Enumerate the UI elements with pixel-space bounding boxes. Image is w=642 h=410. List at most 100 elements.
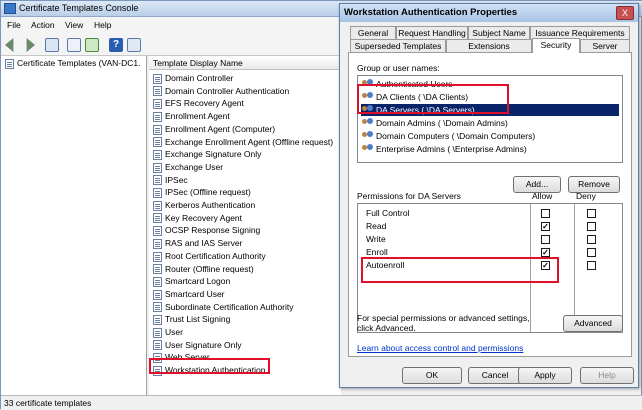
template-row[interactable]: Root Certification Authority — [153, 250, 266, 263]
allow-checkbox[interactable]: ✓ — [541, 248, 550, 257]
toolbar: ? — [1, 34, 341, 56]
tab-subject-name[interactable]: Subject Name — [468, 26, 530, 39]
apply-button[interactable]: Apply — [518, 367, 572, 384]
user-name: DA Clients ( \DA Clients) — [376, 92, 469, 102]
properties-icon[interactable] — [67, 38, 81, 52]
deny-checkbox[interactable] — [587, 248, 596, 257]
allow-checkbox[interactable]: ✓ — [541, 222, 550, 231]
advanced-button[interactable]: Advanced — [563, 315, 623, 332]
template-icon — [153, 73, 162, 84]
ok-button[interactable]: OK — [402, 367, 462, 384]
template-icon — [153, 86, 162, 97]
deny-checkbox[interactable] — [587, 235, 596, 244]
dialog-titlebar[interactable]: Workstation Authentication Properties X — [340, 4, 638, 22]
help-button[interactable]: Help — [580, 367, 634, 384]
template-name: IPSec — [165, 174, 188, 185]
template-row[interactable]: Workstation Authentication — [153, 364, 266, 377]
template-icon — [153, 365, 162, 376]
app-icon — [4, 3, 16, 14]
template-icon — [153, 302, 162, 313]
menu-view[interactable]: View — [65, 20, 83, 30]
allow-checkbox[interactable] — [541, 235, 550, 244]
template-icon — [153, 276, 162, 287]
template-icon — [153, 213, 162, 224]
close-button[interactable]: X — [616, 6, 634, 20]
template-row[interactable]: Enrollment Agent (Computer) — [153, 123, 275, 136]
template-row[interactable]: Trust List Signing — [153, 313, 230, 326]
user-list-item[interactable]: DA Clients ( \DA Clients) — [361, 91, 468, 103]
group-icon — [362, 144, 374, 154]
user-list-item[interactable]: Enterprise Admins ( \Enterprise Admins) — [361, 143, 527, 155]
cancel-button[interactable]: Cancel — [468, 367, 522, 384]
template-name: Smartcard Logon — [165, 276, 231, 287]
templates-icon — [5, 58, 14, 69]
template-row[interactable]: IPSec — [153, 174, 188, 187]
template-name: Trust List Signing — [165, 314, 231, 325]
export-list-icon[interactable] — [85, 38, 99, 52]
tab-request-handling[interactable]: Request Handling — [396, 26, 468, 39]
template-row[interactable]: Key Recovery Agent — [153, 212, 242, 225]
template-row[interactable]: Domain Controller Authentication — [153, 85, 289, 98]
template-icon — [153, 264, 162, 275]
permission-name: Full Control — [366, 208, 410, 218]
template-icon — [153, 315, 162, 326]
allow-header: Allow — [532, 191, 553, 201]
template-name: EFS Recovery Agent — [165, 98, 244, 109]
menu-file[interactable]: File — [7, 20, 21, 30]
user-list-item[interactable]: DA Servers ( \DA Servers) — [361, 104, 619, 116]
template-icon — [153, 162, 162, 173]
template-row[interactable]: Smartcard User — [153, 288, 225, 301]
template-name: Workstation Authentication — [165, 365, 266, 376]
deny-checkbox[interactable] — [587, 222, 596, 231]
forward-arrow-icon[interactable] — [26, 38, 35, 52]
tab-security[interactable]: Security — [532, 38, 580, 53]
back-arrow-icon[interactable] — [5, 38, 14, 52]
tab-general[interactable]: General — [350, 26, 396, 39]
template-name: Domain Controller Authentication — [165, 85, 290, 96]
help-icon[interactable]: ? — [109, 38, 123, 52]
allow-checkbox[interactable]: ✓ — [541, 261, 550, 270]
template-row[interactable]: User — [153, 326, 183, 339]
template-row[interactable]: OCSP Response Signing — [153, 224, 260, 237]
menu-help[interactable]: Help — [94, 20, 111, 30]
template-row[interactable]: User Signature Only — [153, 339, 242, 352]
deny-checkbox[interactable] — [587, 209, 596, 218]
template-name: Exchange Enrollment Agent (Offline reque… — [165, 136, 334, 147]
template-row[interactable]: Smartcard Logon — [153, 275, 230, 288]
template-icon — [153, 175, 162, 186]
template-row[interactable]: Router (Offline request) — [153, 263, 254, 276]
user-list-item[interactable]: Domain Computers ( \Domain Computers) — [361, 130, 535, 142]
menu-bar: File Action View Help — [1, 17, 341, 34]
template-row[interactable]: Web Server — [153, 351, 210, 364]
user-list: Authenticated Users DA Clients ( \DA Clie… — [357, 75, 623, 163]
template-row[interactable]: Enrollment Agent — [153, 110, 230, 123]
tab-superseded-templates[interactable]: Superseded Templates — [350, 39, 446, 52]
tree-item-certificate-templates[interactable]: Certificate Templates (VAN-DC1. — [5, 58, 140, 69]
template-row[interactable]: RAS and IAS Server — [153, 237, 242, 250]
tab-server[interactable]: Server — [580, 39, 630, 52]
menu-action[interactable]: Action — [31, 20, 55, 30]
template-row[interactable]: IPSec (Offline request) — [153, 186, 251, 199]
learn-more-link[interactable]: Learn about access control and permissio… — [357, 343, 523, 353]
template-row[interactable]: Subordinate Certification Authority — [153, 301, 294, 314]
template-row[interactable]: Exchange Signature Only — [153, 148, 261, 161]
template-name: IPSec (Offline request) — [165, 187, 251, 198]
view-icon[interactable] — [127, 38, 141, 52]
column-header-template-display-name[interactable]: Template Display Name — [149, 56, 341, 70]
user-list-item[interactable]: Authenticated Users — [361, 78, 453, 90]
tab-extensions[interactable]: Extensions — [446, 39, 532, 52]
permission-name: Write — [366, 234, 386, 244]
template-row[interactable]: Exchange User — [153, 161, 223, 174]
show-tree-icon[interactable] — [45, 38, 59, 52]
allow-checkbox[interactable] — [541, 209, 550, 218]
template-row[interactable]: EFS Recovery Agent — [153, 97, 244, 110]
template-row[interactable]: Exchange Enrollment Agent (Offline reque… — [153, 136, 333, 149]
template-icon — [153, 99, 162, 110]
deny-header: Deny — [576, 191, 596, 201]
user-list-item[interactable]: Domain Admins ( \Domain Admins) — [361, 117, 508, 129]
template-row[interactable]: Kerberos Authentication — [153, 199, 255, 212]
template-row[interactable]: Domain Controller — [153, 72, 234, 85]
deny-checkbox[interactable] — [587, 261, 596, 270]
template-icon — [153, 226, 162, 237]
template-icon — [153, 149, 162, 160]
